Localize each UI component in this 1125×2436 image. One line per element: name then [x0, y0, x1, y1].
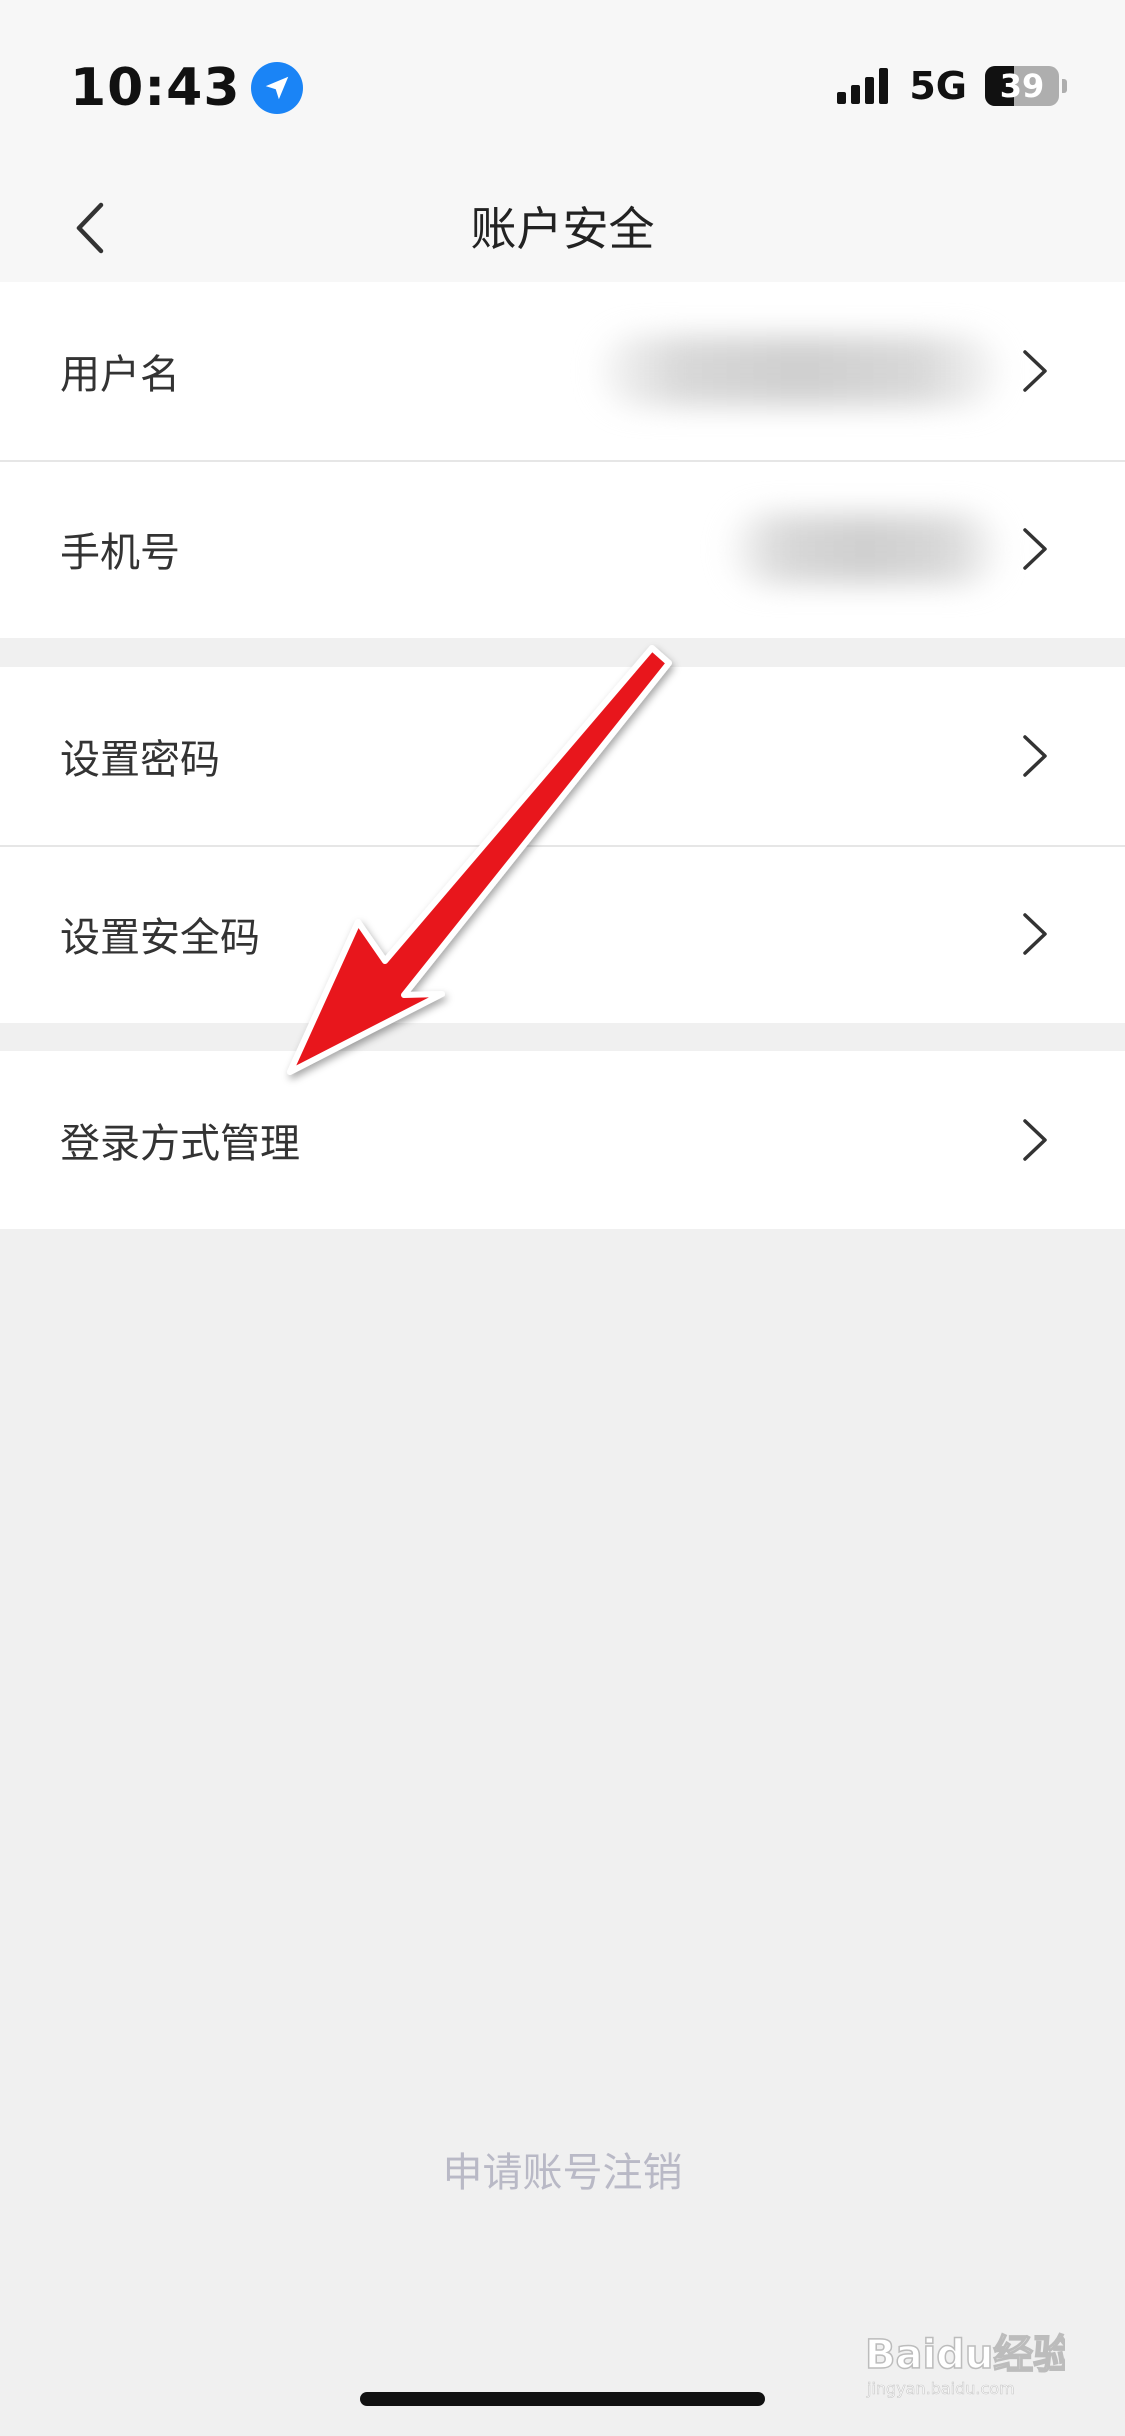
navigation-bar: 账户安全 [0, 170, 1125, 282]
row-phone[interactable]: 手机号 [0, 460, 1125, 638]
status-time-group: 10:43 [70, 58, 303, 118]
security-settings-group: 设置密码 设置安全码 [0, 667, 1125, 1023]
home-indicator[interactable] [360, 2392, 765, 2406]
status-time: 10:43 [70, 58, 241, 118]
blurred-phone-value [730, 514, 1000, 584]
chevron-right-icon [1023, 350, 1047, 392]
row-label: 设置安全码 [60, 915, 260, 961]
battery-percent: 39 [999, 67, 1045, 105]
row-label: 手机号 [60, 530, 180, 576]
status-bar: 10:43 5G 39 [0, 0, 1125, 170]
row-set-password[interactable]: 设置密码 [0, 667, 1125, 845]
battery-icon: 39 [985, 66, 1067, 106]
chevron-right-icon [1023, 735, 1047, 777]
row-set-security-code[interactable]: 设置安全码 [0, 845, 1125, 1023]
account-info-group: 用户名 手机号 [0, 282, 1125, 638]
chevron-right-icon [1023, 913, 1047, 955]
page-title: 账户安全 [470, 202, 655, 256]
baidu-watermark: Baidu经验 jingyan.baidu.com [864, 2320, 1074, 2400]
row-label: 登录方式管理 [60, 1121, 300, 1167]
row-login-method-management[interactable]: 登录方式管理 [0, 1051, 1125, 1229]
chevron-right-icon [1023, 1119, 1047, 1161]
location-arrow-icon [250, 62, 303, 114]
watermark-url-text: jingyan.baidu.com [866, 2379, 1015, 2398]
cancel-account-link[interactable]: 申请账号注销 [0, 2140, 1125, 2198]
row-label: 设置密码 [60, 737, 220, 783]
cellular-signal-icon [837, 68, 893, 104]
blurred-username-value [600, 336, 1000, 406]
status-indicators: 5G 39 [837, 64, 1067, 108]
chevron-right-icon [1023, 528, 1047, 570]
network-type: 5G [909, 64, 967, 108]
login-method-group: 登录方式管理 [0, 1051, 1125, 1229]
row-username[interactable]: 用户名 [0, 282, 1125, 460]
watermark-logo-text: Baidu经验 [865, 2332, 1065, 2378]
row-label: 用户名 [60, 352, 180, 398]
